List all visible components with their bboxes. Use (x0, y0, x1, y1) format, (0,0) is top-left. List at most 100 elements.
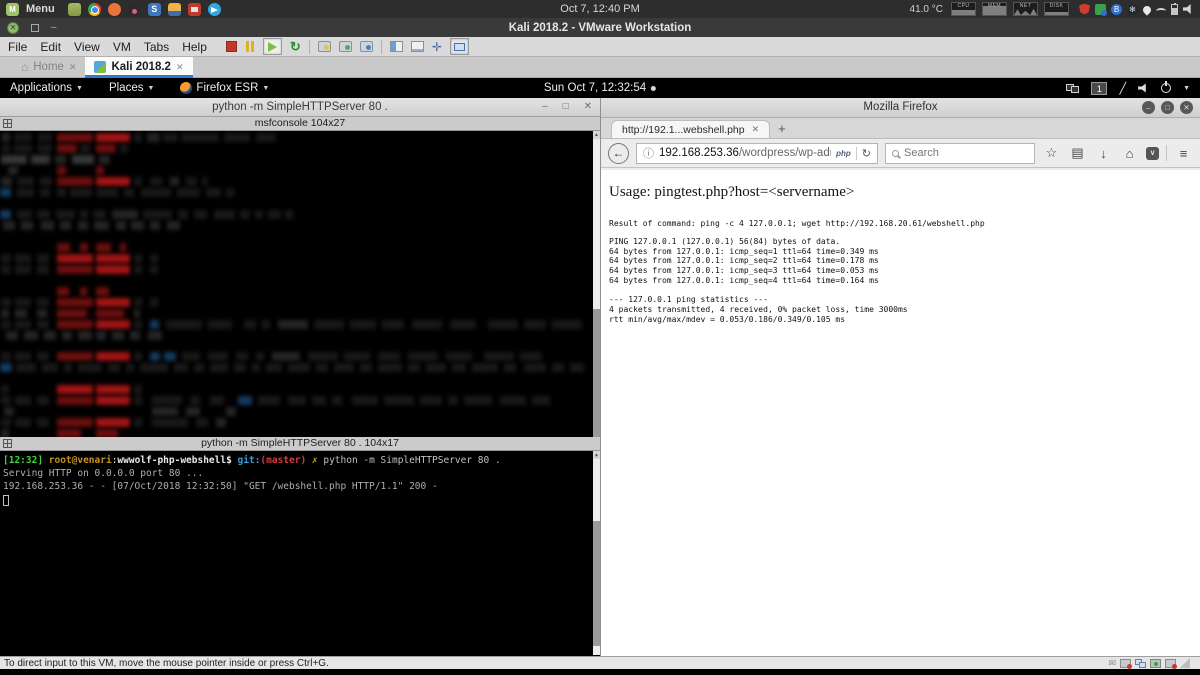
cdrom-status-icon[interactable] (1150, 659, 1161, 668)
mint-menu-icon[interactable]: M (6, 3, 19, 16)
library-icon[interactable]: ▤ (1068, 145, 1087, 161)
msfconsole-pane-header[interactable]: msfconsole 104x27 (0, 117, 600, 131)
fan-icon[interactable]: ✻ (1127, 4, 1138, 15)
minimize-icon[interactable]: – (51, 24, 57, 32)
maximize-icon[interactable]: □ (563, 98, 569, 116)
terminal-titlebar[interactable]: python -m SimpleHTTPServer 80 . – □ ✕ (0, 98, 600, 117)
scrollbar[interactable]: ▲ (593, 131, 600, 437)
network-icon[interactable] (1066, 84, 1079, 93)
mem-monitor[interactable]: MEM (982, 2, 1007, 16)
snapshot-revert-button[interactable] (339, 41, 352, 52)
restore-icon[interactable] (31, 24, 39, 32)
volume-icon[interactable] (1183, 4, 1194, 15)
bluetooth-icon[interactable]: B (1111, 4, 1122, 15)
close-icon[interactable]: ✕ (7, 22, 19, 34)
bookmark-star-icon[interactable]: ☆ (1042, 145, 1061, 161)
back-button[interactable]: ← (608, 143, 629, 164)
shield-icon[interactable] (1079, 4, 1090, 15)
resize-grip-icon[interactable] (1180, 658, 1190, 668)
url-bar[interactable]: ⓘ 192.168.253.36/wordpress/wp-admin/0504… (636, 143, 878, 164)
close-icon[interactable]: ✕ (1180, 101, 1193, 114)
display-status-icon[interactable] (1165, 659, 1176, 668)
folder-icon[interactable] (68, 3, 81, 16)
blue-s-app-icon[interactable]: S (148, 3, 161, 16)
maximize-icon[interactable]: □ (1161, 101, 1174, 114)
menu-file[interactable]: File (8, 40, 27, 54)
pocket-icon[interactable]: ∨ (1146, 147, 1159, 160)
scroll-up-icon[interactable]: ▲ (593, 451, 600, 459)
menu-help[interactable]: Help (182, 40, 207, 54)
host-menu-button[interactable]: Menu (26, 3, 55, 15)
suspend-button[interactable] (245, 41, 255, 52)
network-adapter-status-icon[interactable] (1135, 659, 1146, 668)
chrome-icon[interactable] (88, 3, 101, 16)
scrollbar[interactable]: ▲ (593, 451, 600, 655)
tab-home[interactable]: ⌂ Home ✕ (12, 57, 85, 77)
tab-kali-close-icon[interactable]: ✕ (176, 62, 184, 73)
httpserver-pane[interactable]: [12:32] root@venari:wwwolf-php-webshell$… (0, 451, 600, 655)
search-input[interactable] (904, 147, 1028, 159)
tab-kali-vm[interactable]: Kali 2018.2 ✕ (85, 57, 192, 77)
unity-mode-button[interactable]: ✛ (432, 41, 442, 53)
menu-view[interactable]: View (74, 40, 100, 54)
menu-vm[interactable]: VM (113, 40, 131, 54)
tab-home-close-icon[interactable]: ✕ (69, 62, 77, 73)
chevron-down-icon[interactable]: ▼ (1183, 85, 1190, 92)
hard-disk-status-icon[interactable] (1120, 659, 1131, 668)
volume-icon[interactable] (1138, 83, 1149, 93)
kali-clock[interactable]: Sun Oct 7, 12:32:54 (544, 82, 656, 94)
library-toggle-button[interactable] (390, 41, 403, 52)
close-icon[interactable]: ✕ (584, 98, 592, 116)
message-log-icon[interactable]: ✉ (1108, 659, 1116, 668)
menu-tabs[interactable]: Tabs (144, 40, 169, 54)
telegram-icon[interactable] (208, 3, 221, 16)
fullscreen-button[interactable] (450, 38, 469, 55)
location-icon[interactable] (1141, 4, 1152, 15)
msfconsole-pane[interactable]: ▲ (0, 131, 600, 437)
host-clock[interactable]: Oct 7, 12:40 PM (560, 3, 639, 15)
hamburger-menu-icon[interactable]: ≡ (1174, 146, 1193, 161)
home-icon[interactable]: ⌂ (1120, 146, 1139, 161)
places-menu[interactable]: Places▼ (109, 82, 154, 94)
net-monitor[interactable]: NET (1013, 2, 1038, 16)
scroll-up-icon[interactable]: ▲ (593, 131, 600, 139)
orange-circle-app-icon[interactable] (108, 3, 121, 16)
thumbnail-bar-toggle-button[interactable] (411, 41, 424, 52)
reset-button[interactable]: ↻ (290, 40, 301, 53)
reload-icon[interactable]: ↻ (862, 147, 871, 160)
pen-icon[interactable]: ╱ (1119, 82, 1126, 95)
browser-tab[interactable]: http://192.1...webshell.php ✕ (611, 120, 770, 138)
pane-group-icon[interactable] (3, 439, 12, 448)
orange-box-app-icon[interactable] (168, 3, 181, 16)
search-bar[interactable] (885, 143, 1035, 164)
workspace-indicator[interactable]: 1 (1091, 82, 1107, 95)
minimize-icon[interactable]: – (542, 98, 548, 116)
power-on-button[interactable] (263, 38, 282, 55)
scrollbar-thumb[interactable] (593, 309, 600, 437)
firefox-titlebar[interactable]: Mozilla Firefox – □ ✕ (601, 98, 1200, 118)
tab-close-icon[interactable]: ✕ (752, 124, 760, 135)
scrollbar-thumb[interactable] (593, 521, 600, 646)
site-info-icon[interactable]: ⓘ (643, 145, 654, 161)
snapshot-manager-button[interactable] (360, 41, 373, 52)
battery-icon[interactable] (1171, 4, 1178, 15)
cpu-monitor[interactable]: CPU (951, 2, 976, 16)
sync-icon[interactable] (1095, 4, 1106, 15)
applications-menu[interactable]: Applications▼ (10, 82, 83, 94)
httpserver-pane-header[interactable]: python -m SimpleHTTPServer 80 . 104x17 (0, 437, 600, 451)
wifi-icon[interactable] (1156, 8, 1166, 14)
disk-monitor[interactable]: DISK (1044, 2, 1069, 16)
power-icon[interactable] (1161, 83, 1171, 93)
firefox-esr-menu[interactable]: Firefox ESR▼ (180, 82, 269, 94)
url-text[interactable]: 192.168.253.36/wordpress/wp-admin/050416… (659, 147, 831, 159)
power-off-button[interactable] (226, 41, 237, 52)
menu-edit[interactable]: Edit (40, 40, 61, 54)
minimize-icon[interactable]: – (1142, 101, 1155, 114)
search-icon (892, 150, 899, 157)
snapshot-take-button[interactable] (318, 41, 331, 52)
downloads-icon[interactable]: ↓ (1094, 146, 1113, 161)
pane-group-icon[interactable] (3, 119, 12, 128)
ink-drop-app-icon[interactable] (128, 3, 141, 16)
red-box-app-icon[interactable] (188, 3, 201, 16)
new-tab-button[interactable]: + (778, 121, 786, 136)
